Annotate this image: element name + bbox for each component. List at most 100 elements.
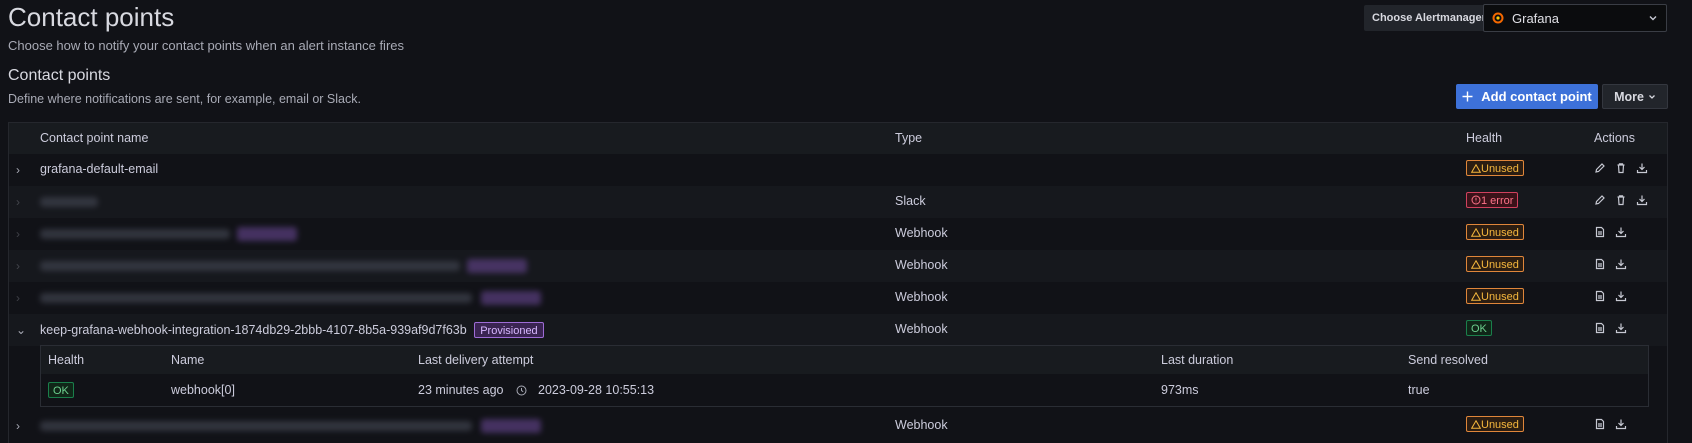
more-label: More (1614, 89, 1644, 104)
export-icon[interactable] (1636, 162, 1648, 174)
export-icon[interactable] (1615, 258, 1627, 270)
export-icon[interactable] (1615, 290, 1627, 302)
table-header: Contact point name Type Health Actions (9, 123, 1667, 154)
blurred-provisioned-badge (481, 291, 541, 305)
contact-point-type: Webhook (895, 418, 948, 432)
blurred-contact-point-name (40, 293, 472, 303)
health-badge: Unused (1466, 224, 1524, 240)
detail-header-last-delivery: Last delivery attempt (418, 353, 534, 367)
blurred-contact-point-name (40, 197, 98, 207)
add-contact-point-label: Add contact point (1481, 89, 1592, 104)
detail-health-badge: OK (48, 382, 74, 398)
detail-send-resolved: true (1408, 383, 1430, 397)
plus-icon (1462, 91, 1473, 102)
view-file-icon[interactable] (1594, 322, 1606, 334)
table-row: › Webhook Unused (9, 250, 1667, 282)
column-header-health: Health (1466, 131, 1503, 145)
page-subtitle: Choose how to notify your contact points… (8, 38, 404, 53)
warning-icon (1470, 291, 1482, 301)
chevron-right-icon[interactable]: › (16, 195, 26, 209)
blurred-provisioned-badge (237, 227, 297, 241)
blurred-provisioned-badge (467, 259, 527, 273)
detail-row: OK webhook[0] 23 minutes ago 2023-09-28 … (41, 375, 1648, 406)
health-label: Unused (1481, 419, 1519, 431)
contact-point-type: Webhook (895, 258, 948, 272)
chevron-right-icon[interactable]: › (16, 163, 26, 177)
provisioned-badge: Provisioned (474, 322, 544, 338)
column-header-type: Type (895, 131, 923, 145)
column-header-actions: Actions (1594, 131, 1635, 145)
view-file-icon[interactable] (1594, 290, 1606, 302)
warning-icon (1470, 227, 1482, 237)
section-subtitle: Define where notifications are sent, for… (8, 92, 361, 106)
export-icon[interactable] (1615, 418, 1627, 430)
contact-point-name: grafana-default-email (40, 162, 159, 176)
detail-header: Health Name Last delivery attempt Last d… (41, 346, 1648, 374)
chevron-right-icon[interactable]: › (16, 259, 26, 273)
warning-icon (1470, 259, 1482, 269)
chevron-down-icon (1648, 94, 1655, 99)
health-badge: Unused (1466, 256, 1524, 272)
health-badge: Unused (1466, 160, 1524, 176)
warning-icon (1470, 419, 1482, 429)
detail-last-delivery-timestamp: 2023-09-28 10:55:13 (538, 383, 655, 397)
detail-last-delivery-ago: 23 minutes ago (418, 383, 504, 397)
health-label: Unused (1481, 227, 1519, 239)
column-header-name: Contact point name (40, 131, 149, 145)
trash-icon[interactable] (1615, 162, 1627, 174)
integration-detail-table: Health Name Last delivery attempt Last d… (40, 345, 1649, 407)
view-file-icon[interactable] (1594, 418, 1606, 430)
health-label: Unused (1481, 259, 1519, 271)
add-contact-point-button[interactable]: Add contact point (1456, 84, 1598, 109)
table-row: ⌄ keep-grafana-webhook-integration-1874d… (9, 314, 1667, 346)
blurred-contact-point-name (40, 261, 460, 271)
view-file-icon[interactable] (1594, 258, 1606, 270)
health-label: 1 error (1481, 195, 1514, 207)
detail-header-send-resolved: Send resolved (1408, 353, 1488, 367)
detail-header-last-duration: Last duration (1161, 353, 1234, 367)
health-badge: Unused (1466, 416, 1524, 432)
alertmanager-label: Choose Alertmanager (1364, 5, 1494, 31)
health-label: Unused (1481, 163, 1519, 175)
chevron-down-icon (1649, 16, 1657, 21)
edit-icon[interactable] (1594, 194, 1606, 206)
chevron-right-icon[interactable]: › (16, 227, 26, 241)
detail-header-health: Health (48, 353, 85, 367)
grafana-logo-icon (1492, 12, 1504, 24)
detail-header-name: Name (171, 353, 205, 367)
blurred-contact-point-name (40, 229, 230, 239)
contact-point-name-text: keep-grafana-webhook-integration-1874db2… (40, 323, 467, 337)
contact-point-type: Webhook (895, 322, 948, 336)
error-circle-icon (1471, 195, 1481, 205)
contact-point-type: Webhook (895, 226, 948, 240)
alertmanager-select[interactable]: Grafana (1483, 4, 1667, 32)
section-title: Contact points (8, 67, 111, 84)
contact-point-name: keep-grafana-webhook-integration-1874db2… (40, 322, 544, 338)
export-icon[interactable] (1615, 226, 1627, 238)
edit-icon[interactable] (1594, 162, 1606, 174)
blurred-contact-point-name (40, 421, 472, 431)
warning-icon (1470, 163, 1482, 173)
export-icon[interactable] (1615, 322, 1627, 334)
contact-point-type: Webhook (895, 290, 948, 304)
clock-icon (516, 385, 527, 396)
health-badge: 1 error (1466, 192, 1519, 208)
view-file-icon[interactable] (1594, 226, 1606, 238)
health-badge: OK (1466, 320, 1492, 336)
health-label: Unused (1481, 291, 1519, 303)
trash-icon[interactable] (1615, 194, 1627, 206)
contact-point-type: Slack (895, 194, 926, 208)
table-row: › Webhook Unused (9, 282, 1667, 314)
chevron-right-icon[interactable]: › (16, 419, 26, 433)
chevron-right-icon[interactable]: › (16, 291, 26, 305)
alertmanager-value: Grafana (1512, 10, 1559, 26)
export-icon[interactable] (1636, 194, 1648, 206)
contact-points-table: Contact point name Type Health Actions ›… (8, 122, 1668, 443)
blurred-provisioned-badge (481, 419, 541, 433)
detail-name: webhook[0] (171, 383, 235, 397)
chevron-down-icon[interactable]: ⌄ (16, 323, 26, 337)
more-button[interactable]: More (1602, 84, 1668, 109)
table-row: › grafana-default-email Unused (9, 154, 1667, 186)
table-row: › Slack 1 error (9, 186, 1667, 218)
page-title: Contact points (8, 2, 175, 32)
